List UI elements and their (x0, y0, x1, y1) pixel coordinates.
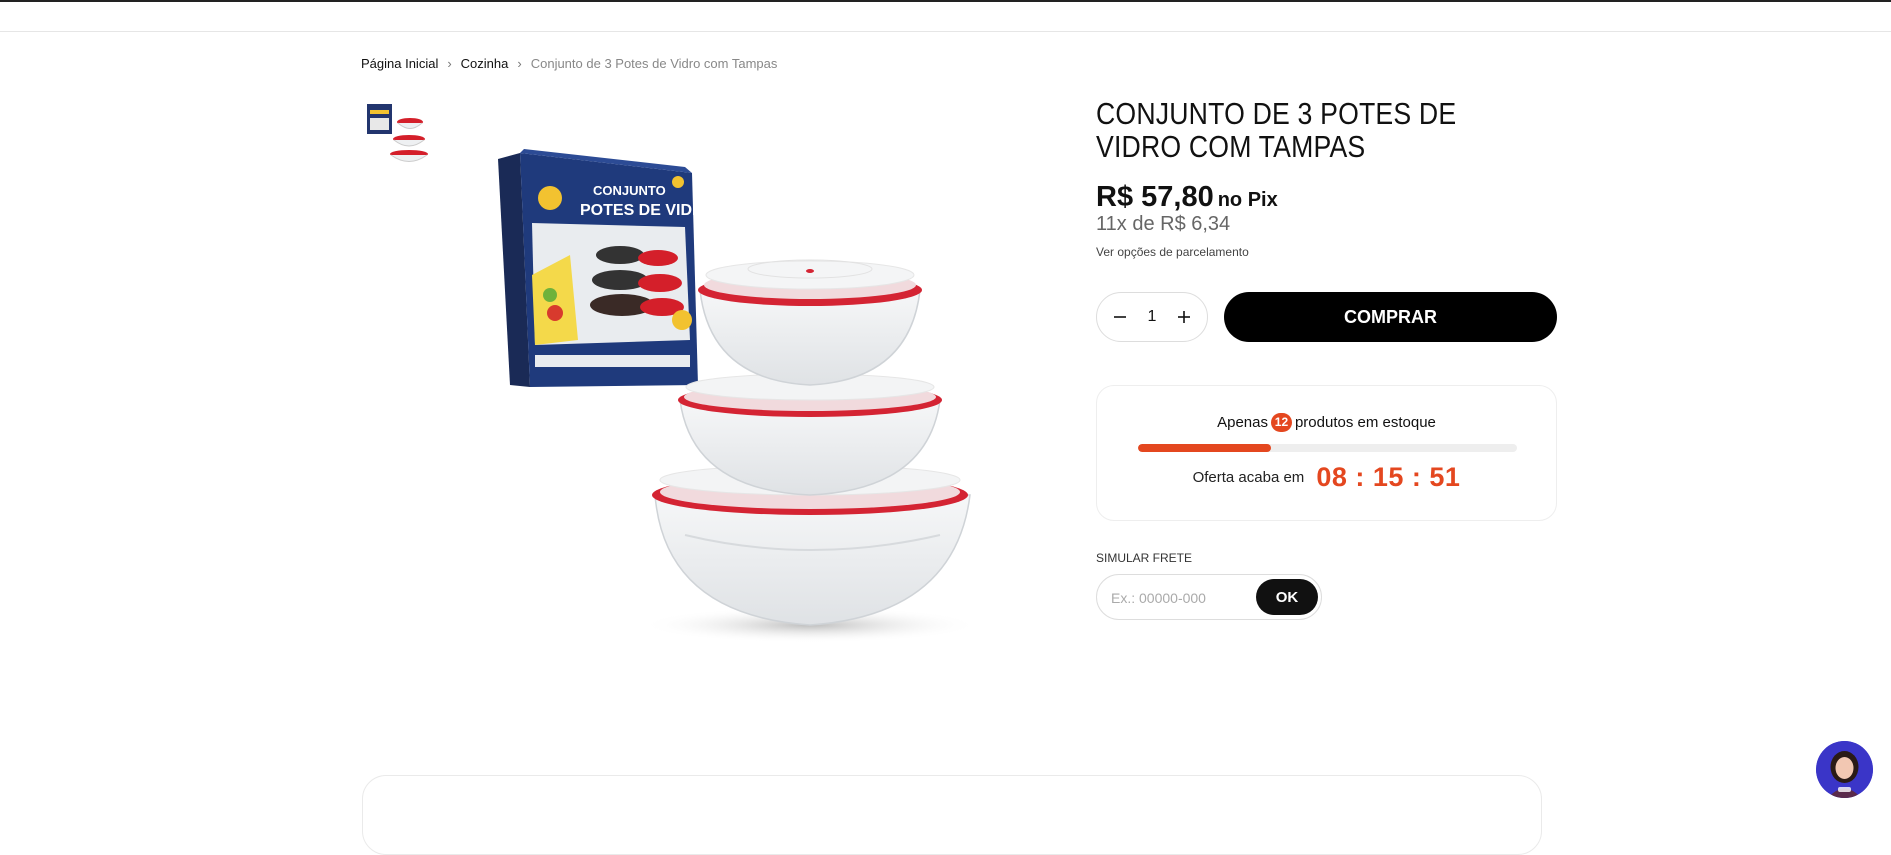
stock-progress-bar (1138, 444, 1517, 452)
minus-icon[interactable] (1109, 306, 1131, 328)
shipping-ok-button[interactable]: OK (1256, 579, 1318, 615)
product-title: CONJUNTO DE 3 POTES DE VIDRO COM TAMPAS (1096, 96, 1457, 164)
breadcrumb-category-link[interactable]: Cozinha (461, 56, 509, 71)
breadcrumb-home-link[interactable]: Página Inicial (361, 56, 438, 71)
offer-label: Oferta acaba em (1192, 469, 1305, 486)
chevron-right-icon: › (447, 56, 452, 71)
product-price: R$ 57,80 no Pix (1096, 181, 1278, 214)
top-border (0, 0, 1891, 2)
zip-code-input[interactable] (1111, 585, 1261, 611)
buy-button[interactable]: COMPRAR (1224, 292, 1557, 342)
installment-options-link[interactable]: Ver opções de parcelamento (1096, 245, 1249, 259)
header-divider (0, 31, 1891, 32)
product-thumbnail[interactable] (366, 102, 431, 167)
svg-text:CONJUNTO: CONJUNTO (593, 183, 666, 198)
installment-price: 11x de R$ 6,34 (1096, 213, 1231, 235)
product-main-image: CONJUNTO POTES DE VIDRO (480, 95, 1050, 695)
price-value: R$ 57,80 (1096, 181, 1214, 213)
stock-panel: Apenas 12 produtos em estoque Oferta acaba… (1096, 385, 1557, 521)
stock-suffix: produtos em estoque (1294, 414, 1436, 431)
offer-countdown: 08 : 15 : 51 (1316, 462, 1461, 492)
stock-prefix: Apenas (1217, 414, 1268, 431)
bottom-section-card (362, 775, 1542, 855)
small-bowl (698, 259, 922, 386)
offer-timer-row: Oferta acaba em 08 : 15 : 51 (1097, 462, 1556, 493)
shipping-label: SIMULAR FRETE (1096, 551, 1193, 565)
shipping-form: OK (1096, 574, 1322, 620)
chevron-right-icon: › (517, 56, 522, 71)
breadcrumb-current: Conjunto de 3 Potes de Vidro com Tampas (530, 56, 778, 71)
stock-message: Apenas 12 produtos em estoque (1097, 413, 1556, 432)
price-suffix: no Pix (1217, 189, 1278, 211)
quantity-value[interactable]: 1 (1148, 308, 1157, 326)
svg-text:POTES DE VIDRO: POTES DE VIDRO (580, 202, 716, 219)
stock-count-badge: 12 (1270, 413, 1292, 432)
stock-progress-fill (1138, 444, 1271, 452)
quantity-stepper: 1 (1096, 292, 1208, 342)
chat-assistant-avatar[interactable] (1816, 741, 1873, 798)
breadcrumb: Página Inicial › Cozinha › Conjunto de 3… (361, 56, 777, 71)
package-box: CONJUNTO POTES DE VIDRO (498, 149, 716, 387)
plus-icon[interactable] (1173, 306, 1195, 328)
